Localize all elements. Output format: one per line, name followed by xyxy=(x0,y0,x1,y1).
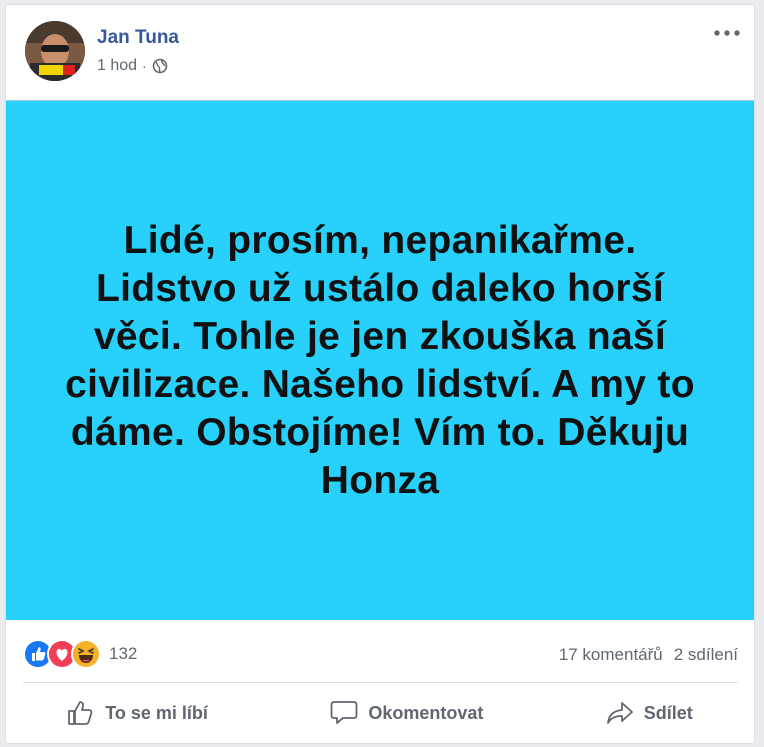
divider xyxy=(23,682,738,683)
avatar-image xyxy=(25,21,85,81)
share-button[interactable]: Sdílet xyxy=(606,700,693,726)
post-header: Jan Tuna 1 hod · xyxy=(6,5,754,101)
share-arrow-icon xyxy=(606,702,633,724)
reaction-count: 132 xyxy=(109,644,138,663)
reactions-summary[interactable]: 132 xyxy=(23,639,137,669)
post-text: Lidé, prosím, nepanikařme. Lidstvo už us… xyxy=(65,218,695,502)
comments-count-link[interactable]: 17 komentářů xyxy=(559,645,663,665)
more-options-icon[interactable] xyxy=(712,25,742,41)
like-button[interactable]: To se mi líbí xyxy=(67,700,208,726)
post-time[interactable]: 1 hod xyxy=(97,57,137,75)
shares-count-link[interactable]: 2 sdílení xyxy=(674,645,738,665)
thumbs-up-icon xyxy=(68,701,93,725)
author-name[interactable]: Jan Tuna xyxy=(97,27,179,49)
meta-separator: · xyxy=(142,58,147,74)
comment-button[interactable]: Okomentovat xyxy=(330,700,483,726)
avatar[interactable] xyxy=(25,21,85,81)
comment-button-label: Okomentovat xyxy=(368,702,484,723)
share-button-label: Sdílet xyxy=(643,702,693,723)
post-stats: 132 17 komentářů 2 sdílení xyxy=(6,621,754,681)
globe-icon[interactable] xyxy=(152,58,168,74)
like-button-label: To se mi líbí xyxy=(105,702,208,723)
post-background: Lidé, prosím, nepanikařme. Lidstvo už us… xyxy=(6,100,754,620)
engagement-stats: 17 komentářů 2 sdílení xyxy=(559,645,738,665)
comment-icon xyxy=(330,701,358,724)
action-bar: To se mi líbí Okomentovat Sdílet xyxy=(6,685,754,741)
haha-reaction-icon xyxy=(71,639,101,669)
post-card: Jan Tuna 1 hod · Lidé, prosím, nepanikař… xyxy=(5,4,755,744)
post-meta: 1 hod · xyxy=(97,57,168,75)
